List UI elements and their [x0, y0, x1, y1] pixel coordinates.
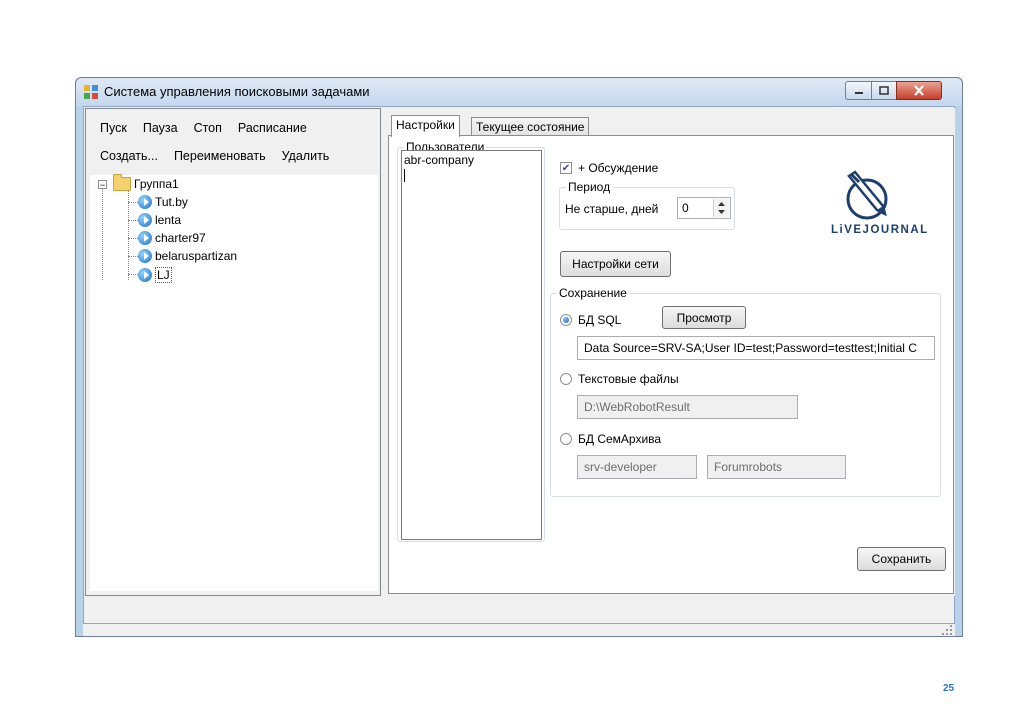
- task-play-icon: [138, 249, 152, 263]
- discussion-checkbox[interactable]: ✔: [560, 162, 572, 174]
- save-legend: Сохранение: [559, 286, 627, 300]
- semarchive-db-field[interactable]: Forumrobots: [707, 455, 846, 479]
- rename-menu-item[interactable]: Переименовать: [174, 149, 266, 163]
- tree-item[interactable]: charter97: [138, 231, 206, 245]
- db-sql-label: БД SQL: [578, 313, 622, 327]
- text-files-path-field[interactable]: D:\WebRobotResult: [577, 395, 798, 419]
- period-label: Не старше, дней: [565, 202, 659, 216]
- create-menu-item[interactable]: Создать...: [100, 149, 158, 163]
- task-panel: Пуск Пауза Стоп Расписание Создать... Пе…: [85, 108, 381, 596]
- window-title: Система управления поисковыми задачами: [104, 84, 370, 99]
- folder-icon: [113, 174, 131, 191]
- connection-string-field[interactable]: Data Source=SRV-SA;User ID=test;Password…: [577, 336, 935, 360]
- tab-settings[interactable]: Настройки: [391, 115, 460, 137]
- maximize-button[interactable]: [871, 81, 897, 100]
- task-play-icon: [138, 268, 152, 282]
- tree-group-node[interactable]: − Группа1: [98, 174, 179, 191]
- title-bar[interactable]: Система управления поисковыми задачами: [76, 78, 962, 106]
- stop-menu-item[interactable]: Стоп: [194, 121, 222, 135]
- delete-menu-item[interactable]: Удалить: [282, 149, 330, 163]
- text-files-radio[interactable]: [560, 373, 572, 385]
- semarchive-label: БД СемАрхива: [578, 432, 662, 446]
- tree-connector: [128, 274, 138, 275]
- db-sql-radio[interactable]: [560, 314, 572, 326]
- spinner-buttons[interactable]: [713, 199, 729, 217]
- tree-item-label: charter97: [155, 231, 206, 245]
- text-caret: [404, 169, 405, 182]
- semarchive-radio[interactable]: [560, 433, 572, 445]
- tree-item-selected[interactable]: LJ: [138, 267, 172, 283]
- discussion-checkbox-row[interactable]: ✔ + Обсуждение: [560, 161, 658, 175]
- settings-panel: Настройки Текущее состояние Пользователи…: [385, 108, 955, 596]
- minimize-button[interactable]: [845, 81, 872, 100]
- tree-group-label: Группа1: [134, 177, 179, 191]
- tab-current-state[interactable]: Текущее состояние: [471, 117, 590, 136]
- task-toolbar-row1: Пуск Пауза Стоп Расписание: [100, 121, 323, 135]
- semarchive-radio-row[interactable]: БД СемАрхива: [560, 432, 661, 446]
- collapse-icon[interactable]: −: [98, 179, 107, 189]
- settings-tab-page: Пользователи abr-company ✔ + Обсуждение …: [388, 135, 954, 594]
- db-sql-radio-row[interactable]: БД SQL: [560, 313, 621, 327]
- app-window: Система управления поисковыми задачами П…: [75, 77, 963, 637]
- maximize-icon: [879, 85, 889, 95]
- task-play-icon: [138, 231, 152, 245]
- task-play-icon: [138, 213, 152, 227]
- tree-item-label: belaruspartizan: [155, 249, 238, 263]
- tree-item[interactable]: belaruspartizan: [138, 249, 237, 263]
- user-entry: abr-company: [404, 153, 475, 167]
- period-value: 0: [682, 201, 689, 215]
- semarchive-server-field[interactable]: srv-developer: [577, 455, 697, 479]
- task-tree: − Группа1 Tut.by lenta charter97 belarus…: [90, 174, 378, 591]
- text-files-label: Текстовые файлы: [578, 372, 679, 386]
- tree-item-label: LJ: [155, 267, 172, 283]
- livejournal-logo-icon: [846, 170, 888, 220]
- task-play-icon: [138, 195, 152, 209]
- browse-button[interactable]: Просмотр: [662, 306, 746, 329]
- tree-connector: [128, 202, 138, 203]
- tree-connector: [128, 220, 138, 221]
- task-toolbar-row2: Создать... Переименовать Удалить: [100, 149, 345, 163]
- close-icon: [914, 85, 924, 96]
- resize-grip-icon[interactable]: [941, 624, 953, 636]
- start-menu-item[interactable]: Пуск: [100, 121, 127, 135]
- tree-connector: [102, 187, 103, 280]
- app-icon: [84, 85, 98, 99]
- period-legend: Период: [568, 180, 611, 194]
- discussion-label: + Обсуждение: [578, 161, 659, 175]
- tree-connector: [128, 256, 138, 257]
- schedule-menu-item[interactable]: Расписание: [238, 121, 307, 135]
- network-settings-button[interactable]: Настройки сети: [560, 251, 671, 277]
- pause-menu-item[interactable]: Пауза: [143, 121, 178, 135]
- period-spinner[interactable]: 0: [677, 197, 731, 219]
- page-number: 25: [943, 683, 955, 694]
- tree-item[interactable]: Tut.by: [138, 195, 188, 209]
- close-button[interactable]: [896, 81, 942, 100]
- minimize-icon: [854, 91, 863, 94]
- save-button[interactable]: Сохранить: [857, 547, 946, 571]
- text-files-radio-row[interactable]: Текстовые файлы: [560, 372, 679, 386]
- tree-item-label: Tut.by: [155, 195, 188, 209]
- users-textbox[interactable]: abr-company: [401, 150, 542, 540]
- status-bar: [83, 624, 955, 636]
- spinner-arrows-icon: [718, 202, 725, 214]
- tree-connector: [128, 238, 138, 239]
- tree-item-label: lenta: [155, 213, 182, 227]
- tree-item[interactable]: lenta: [138, 213, 181, 227]
- window-client-area: Пуск Пауза Стоп Расписание Создать... Пе…: [83, 106, 955, 624]
- livejournal-logo-text: LiVEJOURNAL: [831, 224, 929, 236]
